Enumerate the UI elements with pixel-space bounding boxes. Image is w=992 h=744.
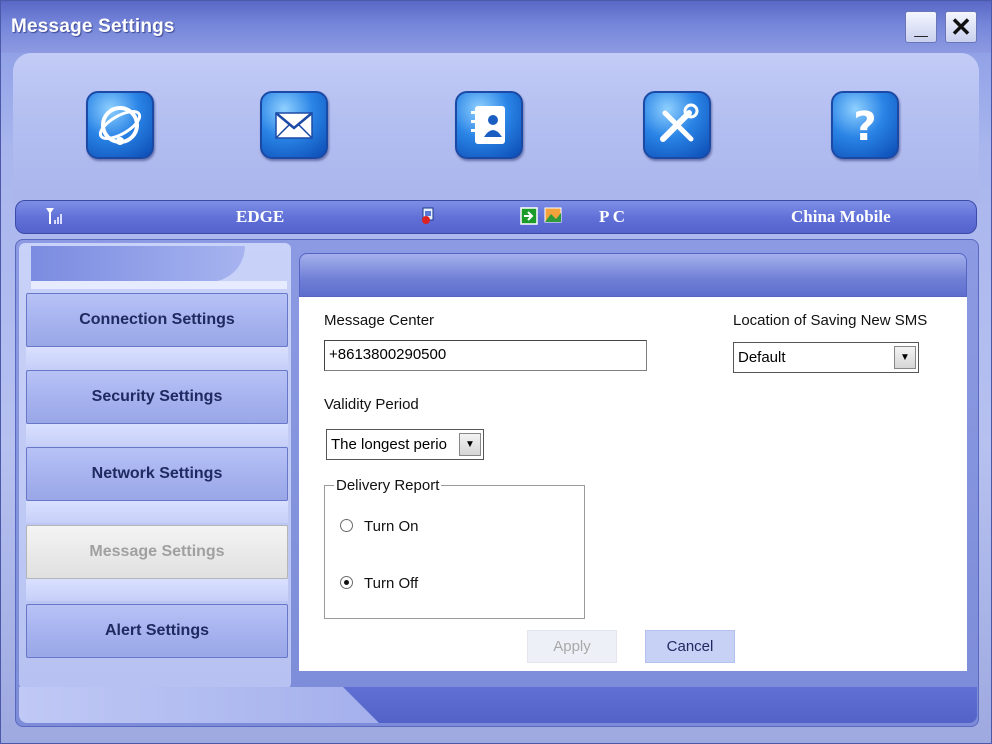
nav-header-decoration xyxy=(31,246,245,282)
turn-on-label[interactable]: Turn On xyxy=(364,518,418,535)
cancel-button[interactable]: Cancel xyxy=(645,630,735,663)
bottom-bar-decoration xyxy=(19,687,379,723)
minimize-icon: _ xyxy=(914,13,928,40)
close-button[interactable]: ✕ xyxy=(945,11,977,43)
title-bar[interactable]: Message Settings _ ✕ xyxy=(1,1,991,53)
validity-period-select[interactable]: The longest perio ▼ xyxy=(326,429,484,460)
messages-button[interactable] xyxy=(260,91,328,159)
message-center-input[interactable]: +8613800290500 xyxy=(324,340,647,371)
nav-security-settings[interactable]: Security Settings xyxy=(26,370,288,424)
chevron-down-icon[interactable]: ▼ xyxy=(894,346,916,369)
nav-connection-settings[interactable]: Connection Settings xyxy=(26,293,288,347)
sim-lock-icon xyxy=(422,207,434,224)
message-center-label: Message Center xyxy=(324,312,435,329)
nav-separator xyxy=(26,424,288,446)
validity-period-label: Validity Period xyxy=(324,396,419,413)
turn-off-radio[interactable] xyxy=(340,576,353,589)
nav-alert-settings[interactable]: Alert Settings xyxy=(26,604,288,658)
nav-header-divider xyxy=(31,281,287,289)
help-button[interactable]: ? xyxy=(831,91,899,159)
location-saving-select[interactable]: Default ▼ xyxy=(733,342,919,373)
location-saving-label: Location of Saving New SMS xyxy=(733,312,928,329)
turn-on-radio[interactable] xyxy=(340,519,353,532)
landscape-icon xyxy=(544,207,562,223)
settings-panel-header xyxy=(299,253,967,297)
delivery-report-group xyxy=(324,485,585,619)
settings-tools-icon xyxy=(660,103,699,142)
signal-strength-icon xyxy=(46,208,62,224)
app-window: Message Settings _ ✕ ? EDGE P C China Mo… xyxy=(0,0,992,744)
nav-message-settings[interactable]: Message Settings xyxy=(26,525,288,579)
validity-period-value: The longest perio xyxy=(331,436,447,453)
arrow-in-icon xyxy=(520,207,538,225)
contacts-button[interactable] xyxy=(455,91,523,159)
delivery-report-label: Delivery Report xyxy=(334,477,442,494)
help-icon: ? xyxy=(853,104,876,150)
apply-button[interactable]: Apply xyxy=(527,630,617,663)
mail-icon xyxy=(275,112,313,139)
nav-separator xyxy=(26,347,288,369)
contacts-icon xyxy=(471,106,505,144)
tools-button[interactable] xyxy=(643,91,711,159)
chevron-down-icon[interactable]: ▼ xyxy=(459,433,481,456)
internet-icon xyxy=(98,106,142,145)
nav-network-settings[interactable]: Network Settings xyxy=(26,447,288,501)
operator-name-text: China Mobile xyxy=(791,207,891,226)
nav-separator xyxy=(26,501,288,523)
close-icon: ✕ xyxy=(950,12,972,42)
turn-off-label[interactable]: Turn Off xyxy=(364,575,418,592)
network-type-text: EDGE xyxy=(236,207,285,226)
svg-text:?: ? xyxy=(853,104,876,150)
nav-separator xyxy=(26,579,288,601)
window-title: Message Settings xyxy=(11,16,175,37)
connection-mode-text: P C xyxy=(599,207,625,226)
minimize-button[interactable]: _ xyxy=(905,11,937,43)
location-saving-value: Default xyxy=(738,349,786,366)
internet-button[interactable] xyxy=(86,91,154,159)
